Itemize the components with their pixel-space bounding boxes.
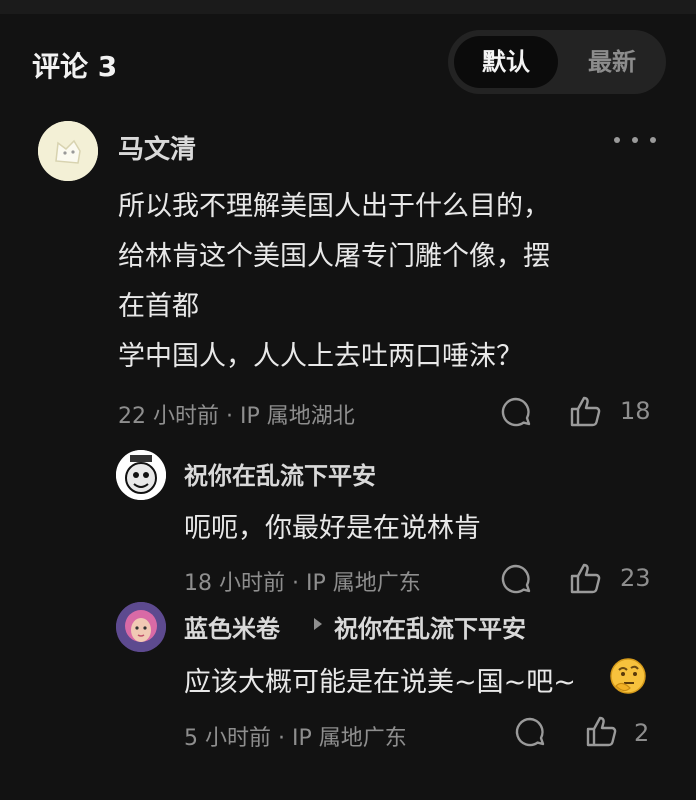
more-dots-icon[interactable]: [614, 130, 662, 150]
reply-text: 应该大概可能是在说美~国~吧~: [184, 667, 576, 698]
comment-line: 所以我不理解美国人出于什么目的，: [118, 191, 550, 222]
top-divider: [0, 0, 696, 14]
avatar-image: [116, 602, 166, 652]
avatar[interactable]: [38, 121, 98, 181]
avatar-image: [38, 121, 98, 181]
avatar[interactable]: [116, 602, 166, 652]
thinking-face-icon: [608, 656, 648, 696]
reply-meta: 5 小时前 · IP 属地广东: [184, 726, 407, 751]
reply-to-author[interactable]: 祝你在乱流下平安: [334, 609, 526, 644]
comments-header: 评论 3 默认 最新: [0, 30, 696, 94]
thumbs-up-icon[interactable]: [584, 714, 618, 748]
like-count: 23: [620, 564, 651, 592]
reply-author[interactable]: 祝你在乱流下平安: [184, 456, 376, 491]
sort-latest-tab[interactable]: 最新: [562, 36, 662, 88]
comment-line: 给林肯这个美国人屠专门雕个像，摆: [118, 241, 550, 272]
comment-bubble-icon[interactable]: [514, 716, 546, 748]
avatar-image: [116, 450, 166, 500]
comment-author[interactable]: 马文清: [118, 129, 196, 166]
like-count: 18: [620, 397, 651, 425]
sort-toggle: 默认 最新: [448, 30, 666, 94]
reply-meta: 18 小时前 · IP 属地广东: [184, 571, 421, 596]
reply-arrow-icon: [312, 616, 324, 630]
sort-default-tab[interactable]: 默认: [454, 36, 558, 88]
avatar[interactable]: [116, 450, 166, 500]
comment-line: 在首都: [118, 291, 199, 322]
reply-author[interactable]: 蓝色米卷: [184, 609, 280, 644]
comment-bubble-icon[interactable]: [500, 396, 532, 428]
reply-text: 呃呃，你最好是在说林肯: [184, 513, 481, 544]
comment-meta: 22 小时前 · IP 属地湖北: [118, 404, 355, 429]
comment-line: 学中国人，人人上去吐两口唾沫？: [118, 341, 523, 372]
thumbs-up-icon[interactable]: [568, 561, 602, 595]
like-count: 2: [634, 719, 650, 747]
comment-text: 所以我不理解美国人出于什么目的， 给林肯这个美国人屠专门雕个像，摆 在首都 学中…: [118, 182, 678, 382]
thumbs-up-icon[interactable]: [568, 394, 602, 428]
comments-title: 评论 3: [32, 50, 118, 83]
comment-bubble-icon[interactable]: [500, 563, 532, 595]
